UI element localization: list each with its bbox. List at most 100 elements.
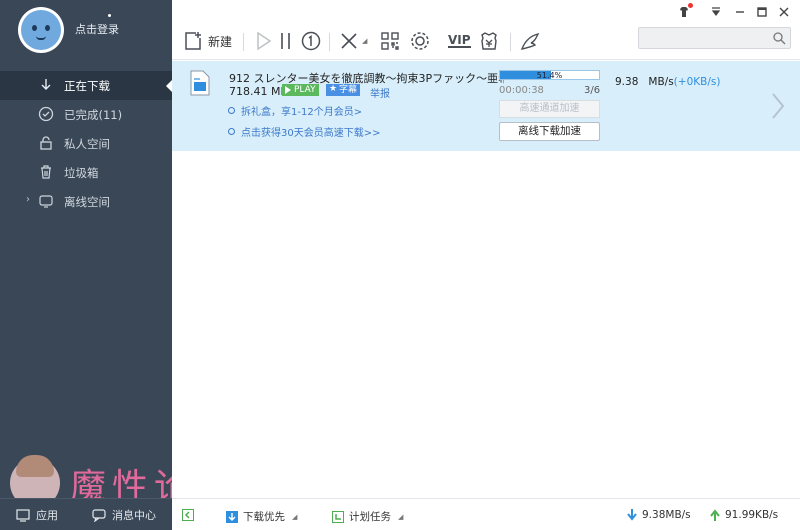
promo-vip-link[interactable]: 点击获得30天会员高速下载>> xyxy=(228,124,380,139)
sidebar-item-label: 正在下载 xyxy=(64,78,110,93)
new-task-button[interactable]: 新建 xyxy=(182,30,232,52)
subtitle-badge[interactable]: 字幕 xyxy=(326,83,361,96)
apps-grid-icon xyxy=(381,32,399,50)
sidebar-item-label: 已完成(11) xyxy=(64,107,123,122)
user-avatar[interactable] xyxy=(18,7,64,53)
pause-icon xyxy=(281,33,290,49)
sidebar-nav: 正在下载 已完成(11) 私人空间 垃圾箱 › 离线空间 xyxy=(0,71,172,216)
sidebar-item-trash[interactable]: 垃圾箱 xyxy=(0,158,172,187)
skin-icon[interactable] xyxy=(677,3,693,19)
message-center-button[interactable]: 消息中心 xyxy=(92,507,156,523)
download-priority-button[interactable]: 下载优先 ◢ xyxy=(226,509,297,524)
dropdown-triangle-icon: ◢ xyxy=(292,512,298,521)
progress-label: 51.4% xyxy=(536,71,563,80)
upload-speed-value: 91.99KB/s xyxy=(725,509,779,521)
scheduled-tasks-icon xyxy=(332,510,344,523)
download-arrow-icon xyxy=(627,509,637,521)
menu-dropdown-icon[interactable] xyxy=(709,5,723,19)
download-priority-icon xyxy=(226,510,238,523)
limit-speed-icon xyxy=(301,31,321,51)
download-arrow-icon xyxy=(41,79,51,90)
play-badge[interactable]: PLAY xyxy=(282,84,319,96)
bird-icon xyxy=(520,32,540,51)
delete-button[interactable]: ◢ xyxy=(338,30,367,52)
apps-button[interactable]: 应用 xyxy=(16,507,58,523)
settings-gear-icon xyxy=(411,32,429,50)
promo-gift-label: 拆礼盒，享1-12个月会员> xyxy=(241,107,363,118)
task-size: 718.41 MB xyxy=(229,85,289,98)
parts-count: 3/6 xyxy=(584,85,601,96)
search-icon[interactable] xyxy=(772,31,786,45)
bullet-ring-icon xyxy=(228,107,235,114)
cloud-offline-icon xyxy=(39,195,53,208)
sidebar-item-completed[interactable]: 已完成(11) xyxy=(0,100,172,129)
back-button[interactable] xyxy=(182,509,194,521)
download-speed-value: 9.38MB/s xyxy=(642,509,691,521)
sidebar-item-offline-space[interactable]: › 离线空间 xyxy=(0,187,172,216)
download-priority-label: 下载优先 xyxy=(243,511,285,523)
message-center-label: 消息中心 xyxy=(112,509,156,522)
dropdown-triangle-icon: ◢ xyxy=(398,512,404,521)
apps-icon xyxy=(16,509,30,522)
sidebar-item-label: 私人空间 xyxy=(64,136,110,151)
toolbar-divider xyxy=(510,33,511,51)
download-speed: 9.38 MB/s(+0KB/s) xyxy=(615,76,720,88)
download-task-row[interactable]: 912 スレンター美女を徹底調教～拘束3Pファック～亜希... 718.41 M… xyxy=(172,61,800,151)
new-task-label: 新建 xyxy=(208,34,233,49)
scheduled-tasks-button[interactable]: 计划任务 ◢ xyxy=(332,509,403,524)
speed-value: 9.38 xyxy=(615,76,639,88)
trash-icon xyxy=(41,165,51,179)
total-upload-speed: 91.99KB/s xyxy=(710,509,778,521)
message-icon xyxy=(92,509,106,522)
video-file-icon xyxy=(190,70,210,96)
accel-channel-button[interactable]: 高速通道加速 xyxy=(499,100,600,118)
wallet-icon xyxy=(481,32,497,50)
delete-icon xyxy=(341,33,357,49)
play-icon xyxy=(257,31,272,51)
download-progress-bar: 51.4% xyxy=(499,70,600,80)
pause-button[interactable] xyxy=(275,30,297,52)
report-link[interactable]: 举报 xyxy=(370,85,390,100)
settings-button[interactable] xyxy=(409,30,431,52)
vip-icon: VIP xyxy=(448,33,471,48)
close-icon[interactable] xyxy=(777,5,791,19)
minimize-icon[interactable] xyxy=(733,5,747,19)
apps-label: 应用 xyxy=(36,509,58,522)
apps-grid-button[interactable] xyxy=(379,30,401,52)
new-task-icon xyxy=(185,32,201,50)
sidebar: 点击登录 正在下载 已完成(11) 私人空间 垃圾箱 › 离线空间 魔性论坛 m… xyxy=(0,0,232,530)
scheduled-tasks-label: 计划任务 xyxy=(349,511,391,523)
upload-arrow-icon xyxy=(710,509,720,521)
wallet-button[interactable] xyxy=(478,30,500,52)
bird-button[interactable] xyxy=(519,30,541,52)
back-arrow-icon xyxy=(182,509,194,521)
toolbar: 新建 ◢ VIP xyxy=(172,0,800,60)
total-download-speed: 9.38MB/s xyxy=(627,509,691,521)
speed-limit-button[interactable] xyxy=(300,30,322,52)
bullet-ring-icon xyxy=(228,128,235,135)
sidebar-item-label: 离线空间 xyxy=(64,194,110,209)
speed-unit: MB/s xyxy=(648,76,674,88)
main-panel: 新建 ◢ VIP 912 スレンター美女を徹底調教～拘束3Pファック～亜希...… xyxy=(172,0,800,530)
promo-vip-label: 点击获得30天会员高速下载>> xyxy=(241,128,381,139)
chevron-right-icon[interactable]: › xyxy=(26,194,30,205)
check-circle-icon xyxy=(38,106,54,122)
start-button[interactable] xyxy=(252,30,274,52)
offline-accel-button[interactable]: 离线下载加速 xyxy=(499,122,600,141)
dropdown-triangle-icon: ◢ xyxy=(362,37,368,45)
lock-icon xyxy=(40,136,52,150)
maximize-icon[interactable] xyxy=(755,5,769,19)
notification-dot xyxy=(108,14,111,17)
sidebar-bottom-bar: 应用 消息中心 xyxy=(0,498,172,530)
vip-button[interactable]: VIP xyxy=(448,30,471,52)
login-link[interactable]: 点击登录 xyxy=(75,21,119,37)
promo-gift-link[interactable]: 拆礼盒，享1-12个月会员> xyxy=(228,103,362,118)
task-title: 912 スレンター美女を徹底調教～拘束3Pファック～亜希... xyxy=(229,72,504,85)
status-bar: 下载优先 ◢ 计划任务 ◢ 9.38MB/s 91.99KB/s xyxy=(172,498,800,530)
search-input[interactable] xyxy=(638,27,791,49)
chevron-right-icon[interactable] xyxy=(770,92,786,120)
sidebar-item-downloading[interactable]: 正在下载 xyxy=(0,71,172,100)
speed-extra: (+0KB/s) xyxy=(673,76,721,88)
sidebar-item-private-space[interactable]: 私人空间 xyxy=(0,129,172,158)
avatar-face-icon xyxy=(21,10,61,50)
